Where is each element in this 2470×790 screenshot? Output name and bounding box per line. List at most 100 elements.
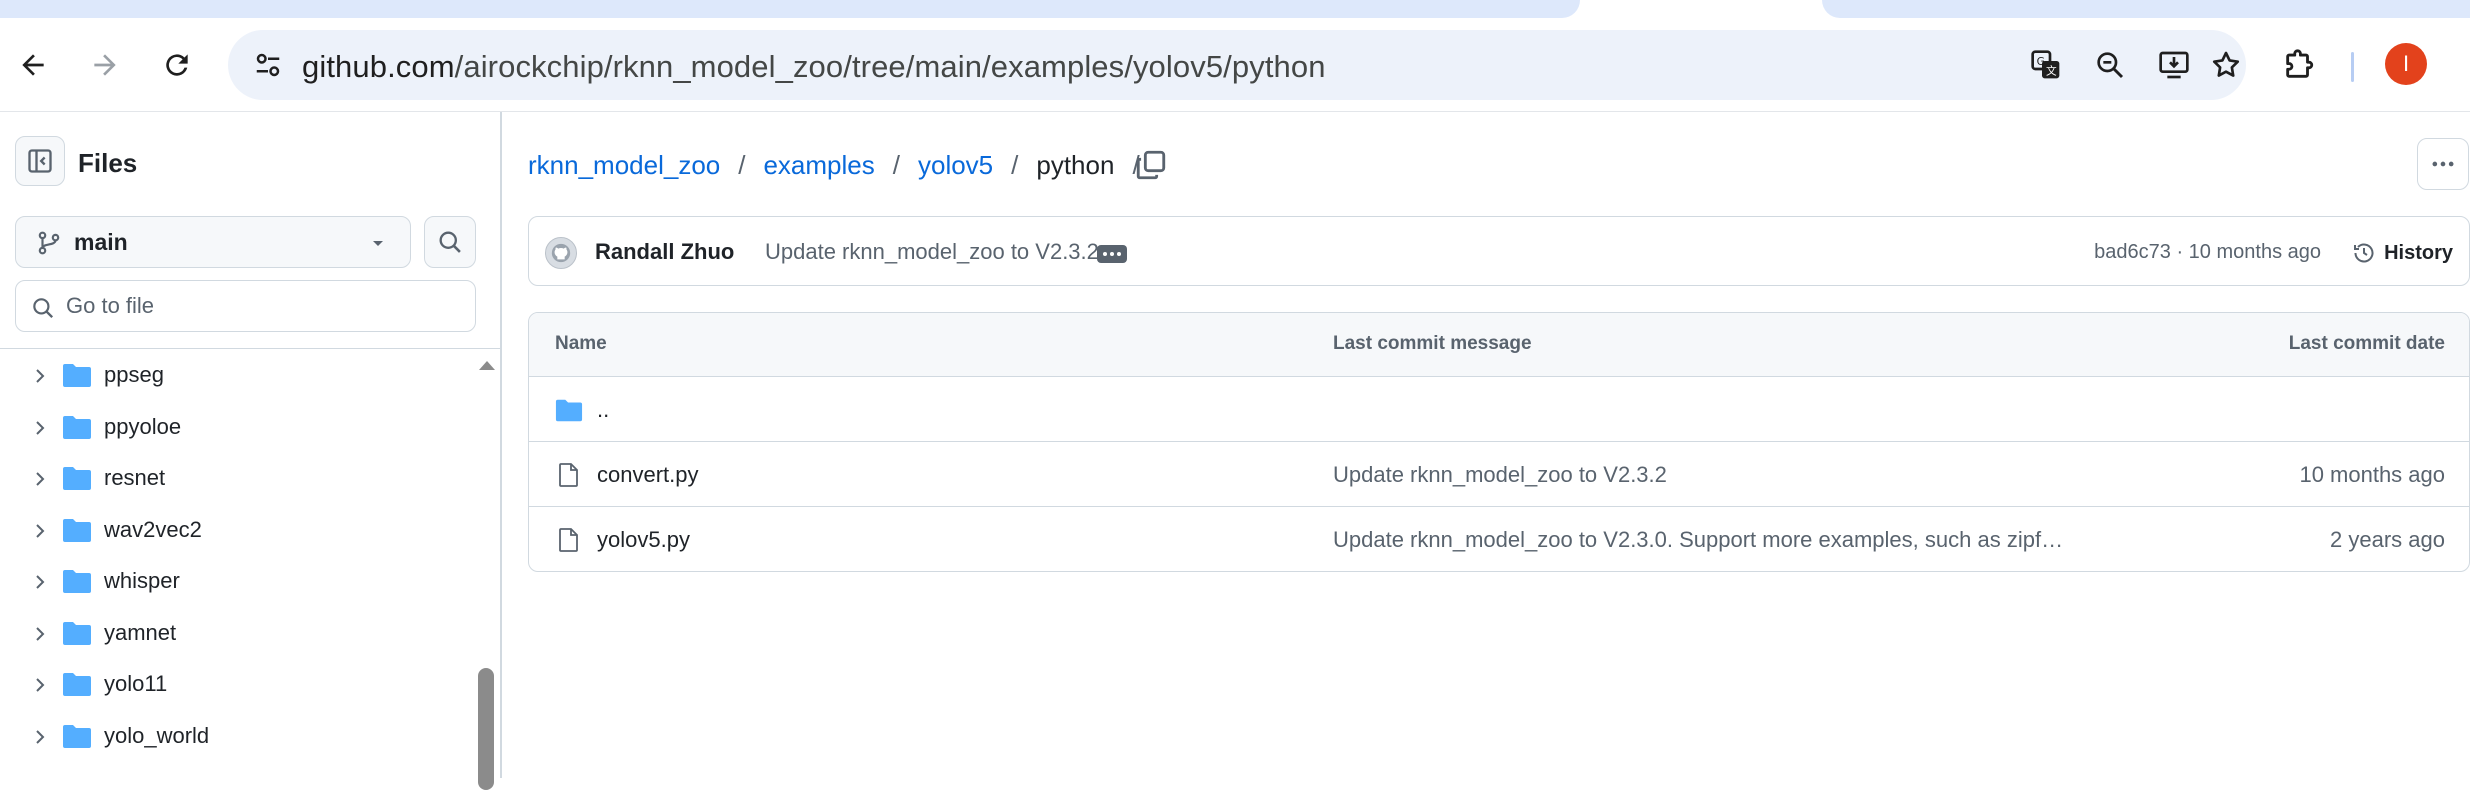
breadcrumb-current: python (1036, 150, 1115, 180)
zoom-button[interactable] (2088, 43, 2132, 87)
history-button[interactable]: History (2352, 237, 2453, 269)
header-name: Name (555, 333, 607, 354)
inactive-tab[interactable] (1822, 0, 2470, 18)
tree-item-ppyoloe[interactable]: ppyoloe (0, 402, 475, 454)
chevron-right-icon (36, 678, 45, 692)
commit-author[interactable]: Randall Zhuo (595, 239, 734, 265)
site-info-button[interactable] (248, 45, 288, 85)
search-button[interactable] (424, 216, 476, 268)
file-name[interactable]: yolov5.py (597, 527, 690, 553)
back-arrow-icon (22, 54, 44, 76)
tree-item-label: whisper (104, 568, 180, 593)
url-text[interactable]: github.com/airockchip/rknn_model_zoo/tre… (302, 49, 1326, 85)
main-content: rknn_model_zoo / examples / yolov5 / pyt… (504, 112, 2470, 778)
sidebar-collapse-icon (28, 149, 52, 173)
collapse-sidebar-button[interactable] (15, 136, 65, 186)
reload-icon (166, 54, 188, 76)
tab-strip (0, 0, 2470, 18)
chevron-right-icon (36, 627, 45, 641)
scroll-up-arrow-icon[interactable] (476, 357, 498, 373)
go-to-file-input[interactable] (66, 289, 466, 323)
url-path: /airockchip/rknn_model_zoo/tree/main/exa… (454, 49, 1326, 84)
sidebar-scrollbar-thumb[interactable] (478, 668, 494, 790)
file-name[interactable]: .. (597, 397, 609, 423)
commit-author-avatar[interactable] (545, 237, 577, 269)
tree-item-whisper[interactable]: whisper (0, 556, 475, 608)
file-icon (559, 528, 578, 552)
file-tree: ppseg ppyoloe resnet wav2vec2 whisper ya… (0, 350, 475, 778)
history-icon (2354, 243, 2374, 263)
tree-item-label: yolo_world (104, 723, 210, 748)
file-commit-date: 10 months ago (2299, 462, 2445, 487)
table-row-parent-dir[interactable]: .. (529, 377, 2469, 442)
branch-selector[interactable]: main (15, 216, 411, 268)
history-label: History (2384, 241, 2453, 264)
search-icon (33, 298, 54, 319)
chevron-right-icon (36, 421, 45, 435)
latest-commit-box: Randall Zhuo Update rknn_model_zoo to V2… (528, 216, 2470, 286)
tree-item-yolo-world[interactable]: yolo_world (0, 711, 475, 763)
address-bar[interactable]: github.com/airockchip/rknn_model_zoo/tre… (228, 30, 2246, 100)
breadcrumb-link-repo[interactable]: rknn_model_zoo (528, 150, 720, 181)
folder-icon (63, 519, 91, 542)
translate-icon: G文 (2031, 50, 2060, 79)
caret-down-icon (373, 241, 383, 246)
file-icon (559, 463, 578, 487)
chevron-right-icon (36, 524, 45, 538)
folder-icon (555, 399, 583, 422)
tree-item-yamnet[interactable]: yamnet (0, 608, 475, 660)
folder-icon (63, 725, 91, 748)
install-app-button[interactable] (2152, 43, 2196, 87)
translate-button[interactable]: G文 (2024, 43, 2068, 87)
breadcrumb: rknn_model_zoo / examples / yolov5 / pyt… (528, 150, 1158, 181)
tree-item-wav2vec2[interactable]: wav2vec2 (0, 505, 475, 557)
breadcrumb-separator: / (738, 150, 746, 180)
tree-item-label: yolo11 (104, 671, 168, 696)
file-name[interactable]: convert.py (597, 462, 699, 488)
more-options-button[interactable] (2417, 138, 2469, 190)
kebab-horizontal-icon (2432, 161, 2454, 167)
folder-icon (63, 622, 91, 645)
reload-button[interactable] (152, 40, 202, 90)
forward-button[interactable] (80, 40, 130, 90)
chevron-right-icon (36, 472, 45, 486)
copy-path-icon[interactable] (1134, 148, 1168, 182)
commit-sha-time[interactable]: bad6c73 · 10 months ago (2094, 241, 2321, 264)
toolbar-divider (2351, 52, 2354, 82)
svg-text:G: G (2037, 55, 2045, 68)
github-mark-icon (551, 243, 571, 263)
svg-text:文: 文 (2046, 64, 2057, 77)
tree-item-label: wav2vec2 (104, 517, 202, 542)
go-to-file-box[interactable] (15, 280, 476, 332)
folder-icon (63, 416, 91, 439)
header-commit-date: Last commit date (2288, 333, 2445, 354)
install-app-icon (2159, 51, 2189, 79)
tree-item-yolo11[interactable]: yolo11 (0, 659, 475, 711)
sidebar-title: Files (78, 148, 138, 178)
sidebar-divider (0, 348, 500, 349)
table-header: Name Last commit message Last commit dat… (529, 313, 2469, 377)
tree-item-label: ppyoloe (104, 414, 182, 439)
browser-toolbar: github.com/airockchip/rknn_model_zoo/tre… (0, 18, 2470, 112)
expand-commit-button[interactable] (1097, 245, 1127, 263)
chevron-right-icon (36, 575, 45, 589)
tree-item-label: yamnet (104, 620, 177, 645)
file-tree-sidebar: Files main ppseg ppyoloe resnet (0, 112, 502, 790)
tree-item-ppseg[interactable]: ppseg (0, 350, 475, 402)
inactive-tab[interactable] (0, 0, 1580, 18)
extensions-button[interactable] (2276, 42, 2322, 88)
table-row[interactable]: convert.py Update rknn_model_zoo to V2.3… (529, 442, 2469, 507)
commit-message[interactable]: Update rknn_model_zoo to V2.3.2 (765, 239, 1099, 265)
profile-avatar[interactable]: I (2385, 43, 2427, 85)
folder-icon (63, 364, 91, 387)
file-commit-message[interactable]: Update rknn_model_zoo to V2.3.2 (1333, 462, 1667, 488)
table-row[interactable]: yolov5.py Update rknn_model_zoo to V2.3.… (529, 507, 2469, 571)
tree-item-label: ppseg (104, 362, 164, 387)
tree-item-resnet[interactable]: resnet (0, 453, 475, 505)
bookmark-button[interactable] (2204, 43, 2248, 87)
file-commit-message[interactable]: Update rknn_model_zoo to V2.3.0. Support… (1333, 527, 2073, 553)
breadcrumb-link-yolov5[interactable]: yolov5 (918, 150, 993, 181)
back-button[interactable] (8, 40, 58, 90)
chevron-right-icon (36, 369, 45, 383)
breadcrumb-link-examples[interactable]: examples (763, 150, 874, 181)
